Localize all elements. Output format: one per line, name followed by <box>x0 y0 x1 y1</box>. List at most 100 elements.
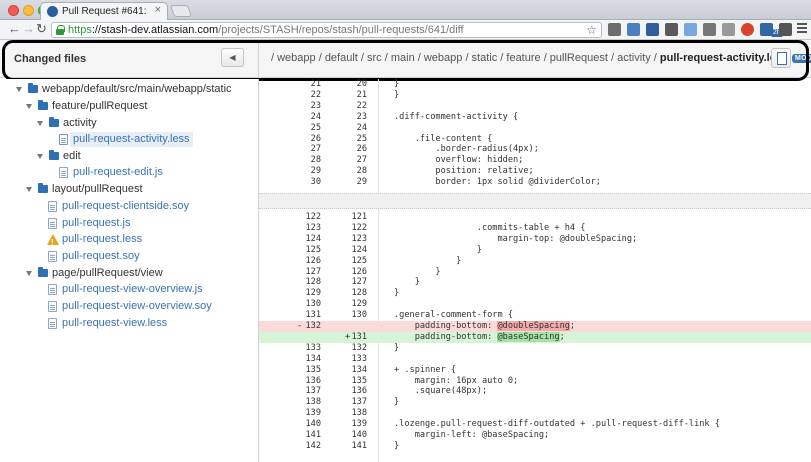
file-icon <box>48 201 57 212</box>
i-extension-icon[interactable] <box>703 23 716 36</box>
diff-line[interactable]: 24 23 .diff-comment-activity { <box>259 112 811 123</box>
address-bar[interactable]: https://stash-dev.atlassian.com/projects… <box>51 22 602 38</box>
old-line-number: 136 <box>305 375 321 386</box>
code-line: border: 1px solid @dividerColor; <box>394 177 601 188</box>
diff-line[interactable]: 139 138 <box>259 408 811 419</box>
close-window-button[interactable] <box>8 5 19 16</box>
diff-line[interactable]: 124 123 margin-top: @doubleSpacing; <box>259 234 811 245</box>
status-badge: MODIFIED <box>792 54 811 63</box>
diff-line[interactable]: 142 141} <box>259 441 811 452</box>
diff-line-added[interactable]: 131 + padding-bottom: @baseSpacing; <box>259 331 811 343</box>
file-icon <box>59 167 68 178</box>
diff-line[interactable]: 137 136 .square(48px); <box>259 386 811 397</box>
diff-line[interactable]: 122 121 <box>259 212 811 223</box>
diff-line[interactable]: 125 124 } <box>259 245 811 256</box>
minimize-window-button[interactable] <box>23 5 34 16</box>
view-file-button[interactable] <box>771 48 791 68</box>
bookmark-star-icon[interactable]: ☆ <box>586 23 597 37</box>
diff-line[interactable]: 28 27 overflow: hidden; <box>259 155 811 166</box>
diff-line[interactable]: 23 22 <box>259 101 811 112</box>
chevron-down-icon[interactable] <box>37 154 43 159</box>
diff-line-removed[interactable]: 132- padding-bottom: @doubleSpacing; <box>259 321 811 332</box>
browser-tab[interactable]: Pull Request #641: STASHDE × <box>40 2 168 20</box>
diff-line[interactable]: 135 134 + .spinner { <box>259 365 811 376</box>
diff-line[interactable]: 29 28 position: relative; <box>259 166 811 177</box>
old-line-number: 137 <box>305 386 321 397</box>
diff-line[interactable]: 123 122 .commits-table + h4 { <box>259 223 811 234</box>
old-line-number: 22 <box>310 89 321 100</box>
new-line-number: 130 <box>351 310 367 321</box>
diff-line[interactable]: 131 130 .general-comment-form { <box>259 310 811 321</box>
old-line-number: 133 <box>305 342 321 353</box>
old-line-number: 135 <box>305 364 321 375</box>
old-line-number: 27 <box>310 144 321 155</box>
diff-line[interactable]: 140 139 .lozenge.pull-request-diff-outdate… <box>259 419 811 430</box>
breadcrumb: / webapp / default / src / main / webapp… <box>271 52 811 64</box>
old-line-number: 123 <box>305 222 321 233</box>
old-line-number: 132 <box>305 321 321 331</box>
url-text: https://stash-dev.atlassian.com/projects… <box>68 24 464 36</box>
diff-marker: + <box>345 331 351 342</box>
screen-extension-icon[interactable] <box>627 23 640 36</box>
chevron-down-icon[interactable] <box>26 271 32 276</box>
close-tab-icon[interactable]: × <box>155 4 161 16</box>
chevron-down-icon[interactable] <box>26 104 32 109</box>
pin-extension-icon[interactable] <box>684 23 697 36</box>
diff-line[interactable]: 128 127 } <box>259 277 811 288</box>
new-line-number: 26 <box>356 144 367 155</box>
forward-icon[interactable]: → <box>22 22 35 36</box>
diff-line[interactable]: 126 125 } <box>259 256 811 267</box>
diff-line[interactable]: 26 25 .file-content { <box>259 134 811 145</box>
old-line-number: 23 <box>310 100 321 111</box>
new-line-number: 133 <box>351 353 367 364</box>
diff-line[interactable]: 21 20} <box>259 79 811 90</box>
code-change-highlight: @baseSpacing <box>497 331 560 342</box>
color-extension-icon[interactable] <box>741 23 754 36</box>
diff-line[interactable]: 130 129 <box>259 299 811 310</box>
old-line-number: 21 <box>310 79 321 89</box>
old-line-number: 125 <box>305 244 321 255</box>
new-line-number: 24 <box>356 122 367 133</box>
trash-extension-icon[interactable] <box>722 23 735 36</box>
diff-line[interactable]: 25 24 <box>259 123 811 134</box>
diff-line[interactable]: 138 137} <box>259 397 811 408</box>
old-line-number: 138 <box>305 397 321 408</box>
new-line-number: 22 <box>356 100 367 111</box>
new-tab-button[interactable] <box>169 5 193 17</box>
folder-icon <box>28 83 38 93</box>
diff-line[interactable]: 133 132} <box>259 343 811 354</box>
collapse-tree-button[interactable]: ◀ <box>221 48 244 67</box>
download-extension-icon[interactable] <box>646 23 659 36</box>
breadcrumb-path[interactable]: / webapp / default / src / main / webapp… <box>271 52 657 64</box>
chevron-down-icon[interactable] <box>26 187 32 192</box>
diff-line[interactable]: 141 140 margin-left: @baseSpacing; <box>259 430 811 441</box>
diff-line[interactable]: 27 26 .border-radius(4px); <box>259 144 811 155</box>
chevron-down-icon[interactable] <box>16 87 22 92</box>
new-line-number: 123 <box>351 233 367 244</box>
new-line-number: 139 <box>351 419 367 430</box>
diff-line[interactable]: 30 29 border: 1px solid @dividerColor; <box>259 177 811 188</box>
hunk-separator[interactable] <box>259 193 811 209</box>
shield-extension-icon[interactable] <box>779 23 792 36</box>
menu-icon[interactable] <box>797 23 807 35</box>
diff-line[interactable]: 136 135 margin: 16px auto 0; <box>259 376 811 387</box>
wrench-extension-icon[interactable] <box>608 23 621 36</box>
chevron-down-icon[interactable] <box>37 121 43 126</box>
diff-line[interactable]: 22 21} <box>259 90 811 101</box>
back-icon[interactable]: ← <box>8 22 21 36</box>
code-text: padding-bottom: <box>394 321 498 331</box>
new-line-number: 132 <box>351 342 367 353</box>
diff-line[interactable]: 127 126 } <box>259 267 811 278</box>
folder-icon <box>38 267 48 277</box>
diff-line[interactable]: 134 133 <box>259 354 811 365</box>
file-icon <box>48 284 57 295</box>
old-line-number: 126 <box>305 255 321 266</box>
new-line-number: 20 <box>356 79 367 89</box>
old-line-number: 142 <box>305 440 321 451</box>
old-line-number: 127 <box>305 266 321 277</box>
new-line-number: 27 <box>356 155 367 166</box>
code-line: margin: 16px auto 0; <box>394 375 519 386</box>
reload-icon[interactable]: ↻ <box>36 22 47 36</box>
qr-extension-icon[interactable] <box>665 23 678 36</box>
diff-line[interactable]: 129 128} <box>259 288 811 299</box>
